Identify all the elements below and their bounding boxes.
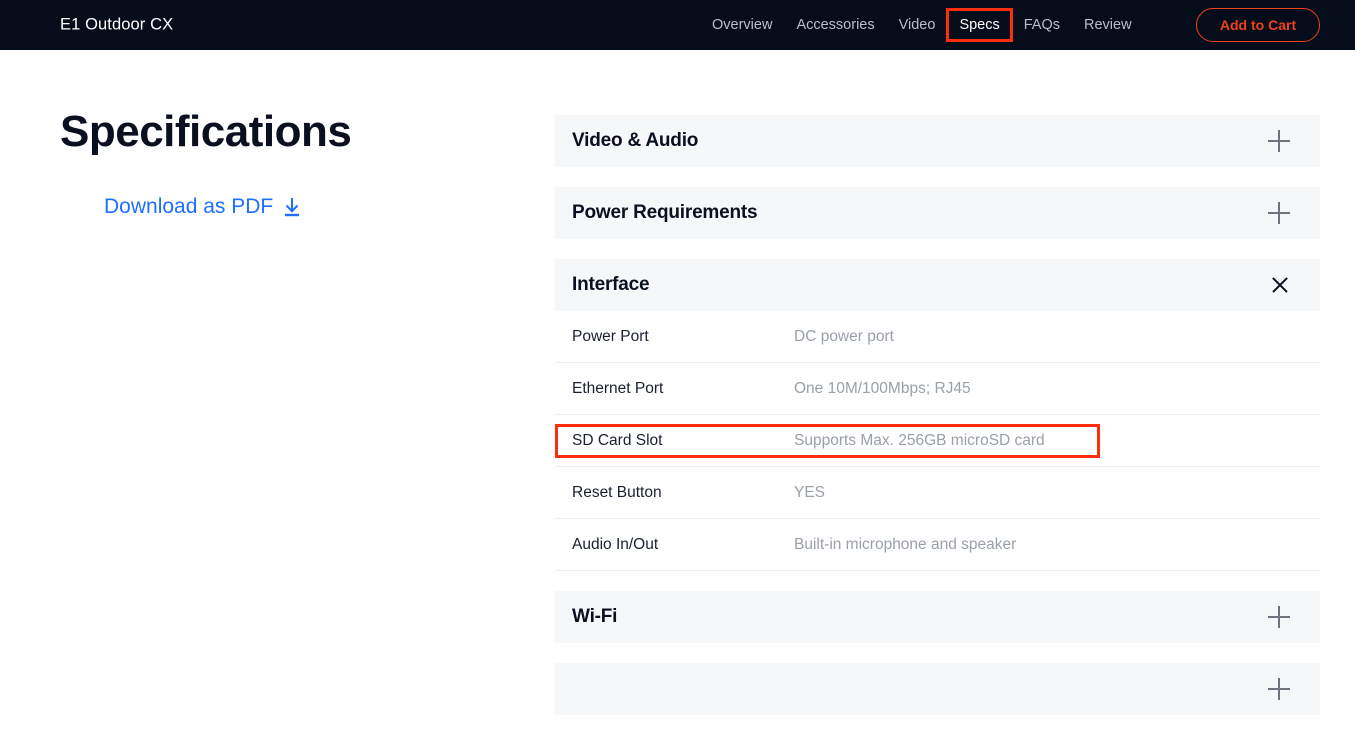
spec-value: Built-in microphone and speaker [794, 535, 1017, 553]
spec-label: Ethernet Port [572, 379, 664, 397]
accordion-title: Wi-Fi [572, 606, 618, 627]
top-navigation-bar: E1 Outdoor CX Overview Accessories Video Sp… [0, 0, 1355, 50]
accordion-title: Interface [572, 274, 650, 295]
spec-value: One 10M/100Mbps; RJ45 [794, 379, 971, 397]
page-content: Specifications Download as PDF Video & A… [0, 50, 1355, 715]
download-as-pdf-link[interactable]: Download as PDF [104, 195, 301, 219]
accordion-header-video-audio[interactable]: Video & Audio [555, 115, 1320, 167]
accordion-section: Video & Audio [555, 115, 1320, 167]
accordion-header-untitled[interactable] [555, 663, 1320, 715]
spec-row: Power Port DC power port [555, 311, 1320, 363]
spec-label: Reset Button [572, 483, 662, 501]
download-arrow-icon [283, 197, 301, 217]
plus-icon[interactable] [1268, 202, 1290, 224]
nav-item-accessories[interactable]: Accessories [784, 11, 886, 39]
spec-label: Power Port [572, 327, 649, 345]
spec-value: Supports Max. 256GB microSD card [794, 431, 1045, 449]
spec-row: Ethernet Port One 10M/100Mbps; RJ45 [555, 363, 1320, 415]
page-title: Specifications [60, 107, 352, 156]
accordion-body: Power Port DC power port Ethernet Port One … [555, 311, 1320, 571]
accordion-title: Video & Audio [572, 130, 699, 151]
spec-row: SD Card Slot Supports Max. 256GB microSD … [555, 415, 1320, 467]
accordion-header-wi-fi[interactable]: Wi-Fi [555, 591, 1320, 643]
nav-item-specs[interactable]: Specs [949, 11, 1009, 39]
nav-item-video[interactable]: Video [887, 11, 948, 39]
download-as-pdf-label: Download as PDF [104, 195, 274, 218]
spec-label: Audio In/Out [572, 535, 659, 553]
nav-item-review[interactable]: Review [1072, 11, 1144, 39]
spec-value: YES [794, 483, 826, 501]
main-nav: Overview Accessories Video Specs FAQs Review [700, 0, 1144, 50]
spec-value: DC power port [794, 327, 894, 345]
nav-item-overview[interactable]: Overview [700, 11, 784, 39]
nav-item-faqs[interactable]: FAQs [1012, 11, 1072, 39]
add-to-cart-button[interactable]: Add to Cart [1196, 8, 1320, 42]
accordion-section [555, 663, 1320, 715]
accordion-title: Power Requirements [572, 202, 758, 223]
product-brand-title: E1 Outdoor CX [60, 15, 174, 34]
close-icon[interactable] [1270, 275, 1290, 295]
accordion-section: Wi-Fi [555, 591, 1320, 643]
specifications-accordion: Video & Audio Power Requirements Interface… [555, 115, 1320, 735]
accordion-header-power-requirements[interactable]: Power Requirements [555, 187, 1320, 239]
accordion-header-interface[interactable]: Interface [555, 259, 1320, 311]
plus-icon[interactable] [1268, 130, 1290, 152]
accordion-section: Power Requirements [555, 187, 1320, 239]
accordion-section: Interface Power Port DC power port Ethernet… [555, 259, 1320, 571]
spec-row: Audio In/Out Built-in microphone and spea… [555, 519, 1320, 571]
spec-row: Reset Button YES [555, 467, 1320, 519]
plus-icon[interactable] [1268, 678, 1290, 700]
plus-icon[interactable] [1268, 606, 1290, 628]
spec-label: SD Card Slot [572, 431, 663, 449]
